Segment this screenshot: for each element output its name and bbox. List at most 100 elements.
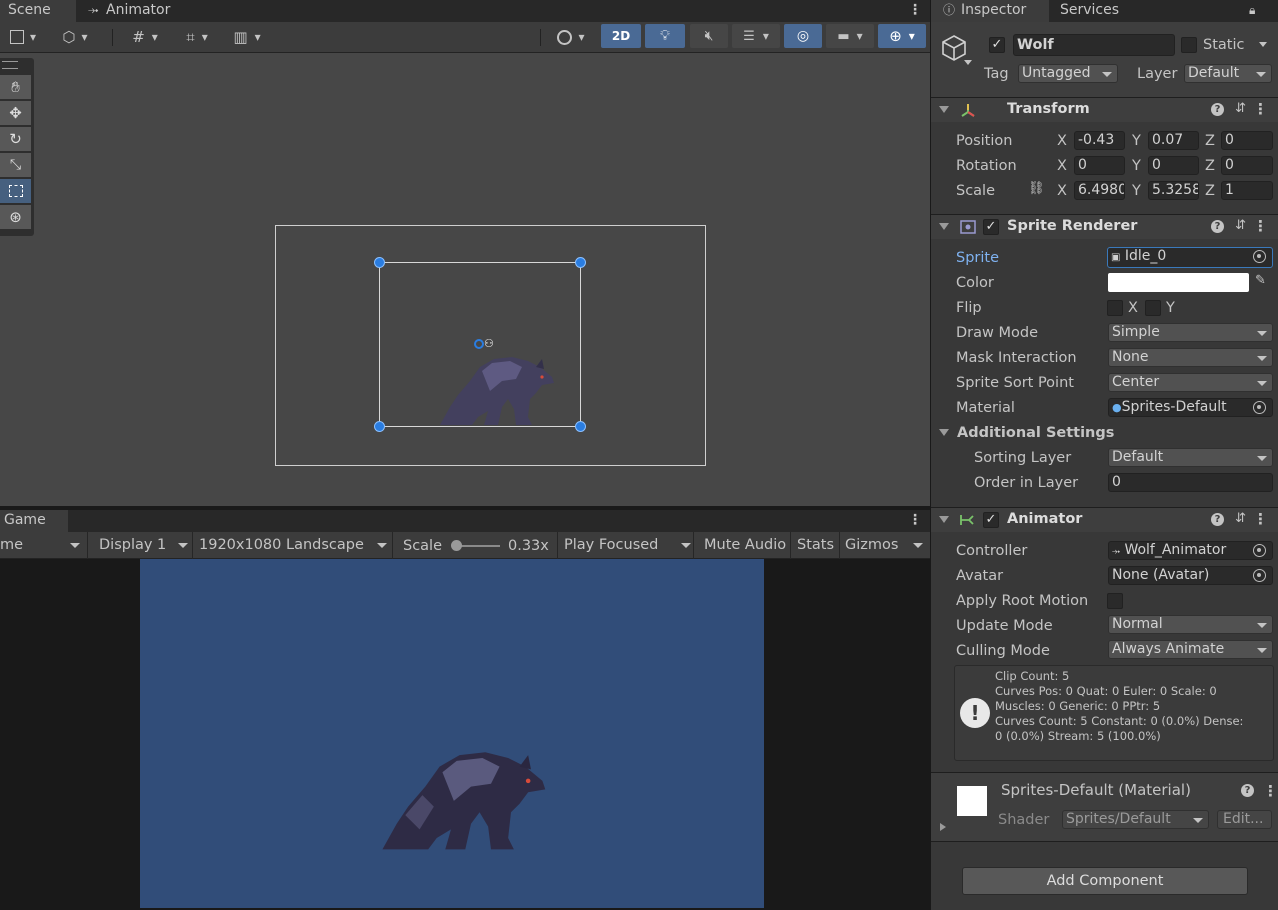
object-active-checkbox[interactable]: ✓ [989, 37, 1005, 53]
object-picker-icon[interactable] [1253, 569, 1266, 582]
shading-button[interactable]: ▾ [548, 23, 594, 51]
chevron-down-icon[interactable] [1259, 42, 1267, 47]
resolution-dropdown[interactable]: 1920x1080 Landscape [194, 532, 393, 559]
presets-icon[interactable]: ⇵ [1235, 511, 1246, 526]
scale-slider-thumb[interactable] [451, 540, 462, 551]
more-icon[interactable]: ⋮ [1253, 217, 1268, 235]
rect-handle-tl[interactable] [374, 257, 385, 268]
help-icon[interactable]: ? [1211, 220, 1224, 233]
eyedropper-icon[interactable]: ✎ [1255, 273, 1266, 288]
stats-button[interactable]: Stats [792, 532, 840, 559]
sorting-layer-dropdown[interactable]: Default [1108, 448, 1273, 467]
gizmos-toggle-button[interactable]: ⊕ ▾ [878, 24, 926, 48]
help-icon[interactable]: ? [1211, 103, 1224, 116]
mute-audio-button[interactable]: Mute Audio [698, 532, 791, 559]
object-picker-icon[interactable] [1253, 544, 1266, 557]
rect-handle-br[interactable] [575, 421, 586, 432]
shader-dropdown[interactable]: Sprites/Default [1062, 810, 1209, 829]
help-icon[interactable]: ? [1211, 513, 1224, 526]
animator-header[interactable]: ✓ Animator ? ⇵ ⋮ [931, 507, 1278, 532]
game-mode-dropdown[interactable]: me [0, 532, 88, 559]
position-z-field[interactable]: 0 [1221, 131, 1273, 150]
effects-button[interactable]: ☰ ▾ [732, 24, 780, 48]
tab-animator[interactable]: Animator [106, 0, 170, 21]
tag-dropdown[interactable]: Untagged [1018, 64, 1118, 83]
rect-handle-tr[interactable] [575, 257, 586, 268]
lock-icon[interactable]: 🔒︎ [1249, 0, 1255, 21]
audio-button[interactable]: 🔇︎ [690, 24, 728, 48]
material-field[interactable]: ●Sprites-Default [1108, 398, 1273, 417]
object-name-field[interactable]: Wolf [1013, 34, 1175, 56]
more-icon[interactable]: ⋮ [1263, 782, 1278, 800]
avatar-field[interactable]: None (Avatar) [1108, 566, 1273, 585]
animator-enabled-checkbox[interactable]: ✓ [983, 512, 999, 528]
scale-x-field[interactable]: 6.4980 [1074, 181, 1125, 200]
order-in-layer-field[interactable]: 0 [1108, 473, 1273, 492]
shader-edit-button[interactable]: Edit... [1217, 810, 1272, 829]
layer-dropdown[interactable]: Default [1184, 64, 1272, 83]
presets-icon[interactable]: ⇵ [1235, 218, 1246, 233]
rect-handle-bl[interactable] [374, 421, 385, 432]
lighting-button[interactable]: 💡︎ [645, 24, 685, 48]
rect-tool[interactable] [0, 179, 31, 203]
more-icon[interactable]: ⋮ [1253, 100, 1268, 118]
scene-viewport[interactable]: ✋︎ ✥ ↻ ⤡ ⊛ ⚇ [0, 53, 930, 506]
scene-visibility-button[interactable]: ◎ [784, 24, 822, 48]
draw-mode-button[interactable]: ▾ [0, 23, 46, 51]
sprite-renderer-header[interactable]: ✓ Sprite Renderer ? ⇵ ⋮ [931, 214, 1278, 239]
transform-header[interactable]: Transform ? ⇵ ⋮ [931, 97, 1278, 122]
additional-settings-foldout-icon[interactable] [939, 429, 949, 436]
controller-field[interactable]: ⤞ Wolf_Animator [1108, 541, 1273, 560]
rotation-x-field[interactable]: 0 [1074, 156, 1125, 175]
position-x-field[interactable]: -0.43 [1074, 131, 1125, 150]
sprite-renderer-enabled-checkbox[interactable]: ✓ [983, 219, 999, 235]
chevron-down-icon[interactable] [964, 60, 972, 65]
sprite-field[interactable]: ▣ Idle_0 [1107, 247, 1273, 268]
sort-point-dropdown[interactable]: Center [1108, 373, 1273, 392]
scene-camera-button[interactable]: ⬡ ▾ [52, 23, 98, 51]
move-tool[interactable]: ✥ [0, 101, 31, 125]
rotation-y-field[interactable]: 0 [1148, 156, 1199, 175]
flip-y-checkbox[interactable] [1145, 300, 1161, 316]
wolf-sprite-scene[interactable] [432, 351, 558, 427]
additional-settings-label[interactable]: Additional Settings [957, 424, 1114, 442]
object-picker-icon[interactable] [1253, 401, 1266, 414]
more-icon[interactable]: ⋮ [1253, 510, 1268, 528]
color-swatch[interactable] [1108, 273, 1249, 292]
scale-y-field[interactable]: 5.3258 [1148, 181, 1199, 200]
rotate-tool[interactable]: ↻ [0, 127, 31, 151]
tab-services[interactable]: Services [1060, 0, 1119, 21]
grid-button[interactable]: # ▾ [122, 23, 168, 51]
position-y-field[interactable]: 0.07 [1148, 131, 1199, 150]
palette-grip[interactable] [2, 61, 18, 69]
transform-tool[interactable]: ⊛ [0, 205, 31, 229]
apply-root-motion-checkbox[interactable] [1107, 593, 1123, 609]
add-component-button[interactable]: Add Component [962, 867, 1248, 895]
camera-settings-button[interactable]: ▬ ▾ [826, 24, 874, 48]
display-dropdown[interactable]: Display 1 [89, 532, 193, 559]
help-icon[interactable]: ? [1241, 784, 1254, 797]
static-checkbox[interactable] [1181, 37, 1197, 53]
game-menu-icon[interactable]: ⋮ [908, 510, 922, 531]
rotation-z-field[interactable]: 0 [1221, 156, 1273, 175]
mask-interaction-dropdown[interactable]: None [1108, 348, 1273, 367]
constrain-proportions-icon[interactable]: ⛓︎ [1028, 181, 1045, 196]
toggle-2d-button[interactable]: 2D [601, 24, 641, 48]
hand-tool[interactable]: ✋︎ [0, 75, 31, 99]
pivot-handle[interactable] [474, 339, 484, 349]
update-mode-dropdown[interactable]: Normal [1108, 615, 1273, 634]
play-mode-dropdown[interactable]: Play Focused [559, 532, 694, 559]
snap-button[interactable]: ⌗ ▾ [174, 23, 220, 51]
increment-snap-button[interactable]: ▥ ▾ [224, 23, 270, 51]
flip-x-checkbox[interactable] [1107, 300, 1123, 316]
scale-z-field[interactable]: 1 [1221, 181, 1273, 200]
material-foldout-icon[interactable] [940, 823, 946, 831]
scale-tool[interactable]: ⤡ [0, 153, 31, 177]
object-picker-icon[interactable] [1253, 250, 1266, 263]
presets-icon[interactable]: ⇵ [1235, 101, 1246, 116]
culling-mode-dropdown[interactable]: Always Animate [1108, 640, 1273, 659]
scene-menu-icon[interactable]: ⋮ [908, 0, 922, 21]
gizmos-button[interactable]: Gizmos [841, 532, 928, 559]
draw-mode-dropdown[interactable]: Simple [1108, 323, 1273, 342]
game-render[interactable] [140, 559, 764, 908]
